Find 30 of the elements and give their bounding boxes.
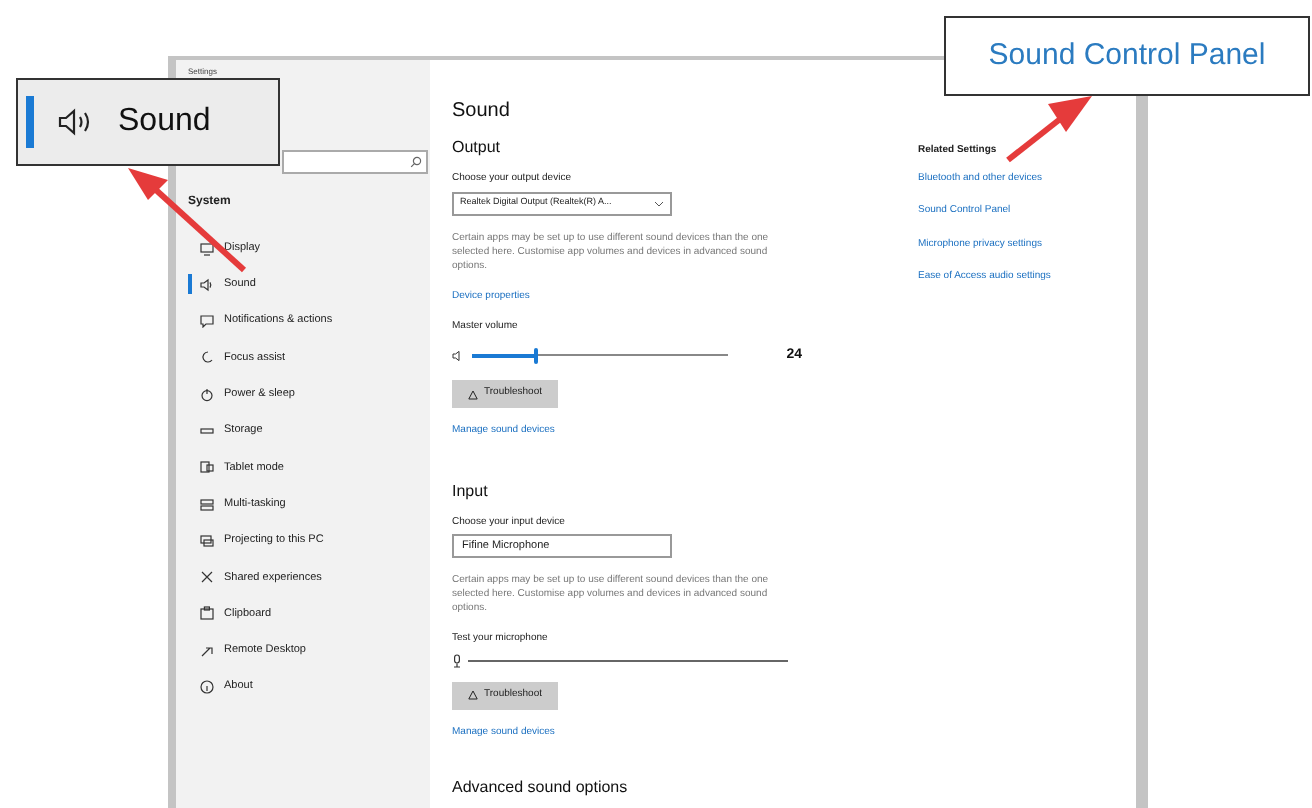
section-heading: Input xyxy=(452,479,488,503)
callout-label: Sound Control Panel xyxy=(988,35,1266,76)
chevron-icon xyxy=(654,199,664,207)
sidebar-item-icon xyxy=(200,643,214,658)
sidebar-item-icon xyxy=(200,460,214,475)
callout-label: Sound xyxy=(118,102,211,142)
sidebar-item-icon xyxy=(200,497,214,512)
section-heading: Advanced sound options xyxy=(452,776,628,800)
sidebar-item-icon xyxy=(200,387,214,402)
selection-bar xyxy=(26,96,34,148)
microphone-icon xyxy=(452,653,462,667)
sidebar-item-icon xyxy=(200,680,214,695)
volume-slider[interactable] xyxy=(472,347,728,364)
sidebar-item-icon xyxy=(200,570,214,585)
speaker-icon xyxy=(58,108,94,136)
page-title: Sound xyxy=(452,100,510,124)
section-heading: Output xyxy=(452,136,501,160)
warning-icon xyxy=(468,690,478,700)
warning-icon xyxy=(468,389,478,399)
pointer-arrow xyxy=(1006,96,1092,163)
search-field[interactable] xyxy=(282,150,428,174)
sidebar-item-icon xyxy=(200,241,214,255)
search-icon xyxy=(410,156,422,168)
sidebar-item-icon xyxy=(200,606,214,621)
sidebar-item-icon xyxy=(200,423,214,438)
sidebar-item-icon xyxy=(200,533,214,548)
sidebar-item-icon xyxy=(200,350,214,365)
sidebar-item-icon xyxy=(200,314,214,329)
sidebar-item-icon xyxy=(200,277,214,292)
speaker-icon xyxy=(452,349,464,362)
